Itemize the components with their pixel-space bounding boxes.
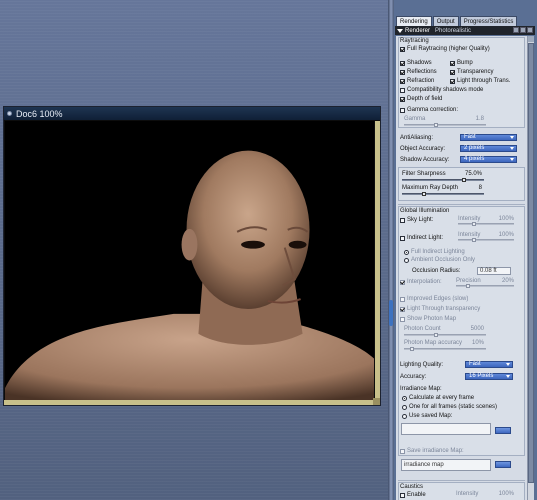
depth-of-field-checkbox[interactable]: Depth of field [400,96,442,102]
light-through-trans-checkbox[interactable]: Light through Trans. [450,78,510,84]
shadows-checkbox[interactable]: Shadows [400,60,432,66]
ambient-occlusion-radio[interactable]: Ambient Occlusion Only [404,257,475,263]
photon-map-accuracy-value: 10% [471,340,484,346]
sky-intensity-label: Intensity [458,216,481,222]
photon-count-value: 5000 [470,326,484,332]
caustics-intensity-label: Intensity [456,491,479,497]
improved-edges-checkbox[interactable]: Improved Edges (slow) [400,296,468,302]
irradiance-map-label: Irradiance Map: [400,386,442,392]
light-through-transparency-checkbox[interactable]: Light Through transparency [400,306,480,312]
caustics-intensity-value: 100% [498,491,514,497]
gamma-slider[interactable] [404,123,486,127]
panel-options-icon[interactable] [520,27,526,33]
filter-sharpness-label: Filter Sharpness [402,171,446,177]
refraction-checkbox[interactable]: Refraction [400,78,434,84]
antialiasing-label: AntiAliasing: [400,135,434,141]
sky-light-checkbox[interactable]: Sky Light: [400,217,433,223]
document-horizontal-scrollbar[interactable] [4,400,380,405]
photon-map-accuracy-label: Photon Map accuracy [404,340,463,346]
show-photon-map-checkbox[interactable]: Show Photon Map [400,316,456,322]
panel-tabs: Rendering Output Progress/Statistics [396,16,518,26]
accuracy-label: Accuracy: [400,374,427,380]
max-ray-depth-slider[interactable] [402,192,484,196]
use-saved-map-radio[interactable]: Use saved Map: [402,413,452,419]
header-buttons [513,27,533,33]
resize-grip-icon[interactable] [373,398,380,405]
panel-vertical-scrollbar[interactable] [527,36,534,500]
bump-checkbox[interactable]: Bump [450,60,473,66]
tab-rendering[interactable]: Rendering [396,16,432,26]
gamma-value: 1.8 [475,116,484,122]
precision-value: 20% [501,278,514,284]
photon-count-label: Photon Count [404,326,441,332]
object-accuracy-dropdown[interactable]: 2 pixels [460,145,517,152]
saved-map-path-field[interactable] [401,423,491,435]
interpolation-checkbox[interactable]: Interpolation: [400,279,442,285]
gi-title: Global Illumination [400,208,450,214]
max-ray-depth-value: 8 [478,185,482,191]
render-settings-panel: Rendering Output Progress/Statistics Ren… [394,0,537,500]
shadow-accuracy-dropdown[interactable]: 4 pixels [460,156,517,163]
rendered-figure-image [5,121,374,400]
occlusion-radius-field[interactable]: 0.08 ft [477,267,511,275]
full-raytracing-checkbox[interactable]: Full Raytracing (higher Quality) [400,46,490,52]
scroll-up-arrow-icon[interactable] [528,36,534,42]
precision-slider[interactable] [456,284,514,288]
caustics-enable-checkbox[interactable]: Enable [400,492,426,498]
section-separator [398,204,525,205]
indirect-intensity-value: 100% [498,232,514,238]
indirect-light-checkbox[interactable]: Indirect Light: [400,235,443,241]
render-canvas[interactable] [5,121,374,400]
collapse-arrow-icon[interactable] [397,28,403,33]
transparency-checkbox[interactable]: Transparency [450,69,493,75]
renderer-header[interactable]: Renderer Photorealistic [395,26,535,35]
object-accuracy-label: Object Accuracy: [400,146,446,152]
reflections-checkbox[interactable]: Reflections [400,69,437,75]
lighting-quality-dropdown[interactable]: Fast [465,361,513,368]
sky-intensity-slider[interactable] [458,222,514,226]
indirect-intensity-slider[interactable] [458,238,514,242]
renderer-value: Photorealistic [435,27,472,34]
filter-sharpness-value: 75.0% [464,171,482,177]
scrollbar-thumb[interactable] [528,43,534,483]
full-indirect-lighting-radio[interactable]: Full Indirect Lighting [404,249,465,255]
saved-map-browse-button[interactable] [495,427,511,434]
max-ray-depth-label: Maximum Ray Depth [402,185,459,191]
document-vertical-scrollbar[interactable] [375,121,380,400]
irradiance-map-browse-button[interactable] [495,461,511,468]
window-close-icon[interactable] [7,111,12,116]
gamma-label: Gamma [404,116,426,122]
panel-menu-icon[interactable] [513,27,519,33]
one-for-all-frames-radio[interactable]: One for all frames (static scenes) [402,404,497,410]
antialiasing-dropdown[interactable]: Fast [460,134,517,141]
accuracy-dropdown[interactable]: 16 Pixels [465,373,513,380]
renderer-label: Renderer [405,27,431,34]
shadow-accuracy-label: Shadow Accuracy: [400,157,450,163]
compatibility-shadows-checkbox[interactable]: Compatibility shadows mode [400,87,483,93]
lighting-quality-label: Lighting Quality: [400,362,444,368]
gamma-correction-checkbox[interactable]: Gamma correction: [400,107,458,113]
document-window[interactable]: Doc6 100% [3,106,381,406]
save-irradiance-map-checkbox[interactable]: Save irradiance Map: [400,448,464,454]
document-title: Doc6 100% [16,108,63,119]
indirect-intensity-label: Intensity [458,232,481,238]
tab-output[interactable]: Output [432,16,459,26]
panel-close-icon[interactable] [527,27,533,33]
tab-progress-statistics[interactable]: Progress/Statistics [459,16,518,26]
photon-count-slider[interactable] [404,333,486,337]
filter-sharpness-slider[interactable] [402,178,484,182]
raytracing-title: Raytracing [400,38,429,44]
photon-map-accuracy-slider[interactable] [404,347,486,351]
irradiance-map-name-field[interactable]: irradiance map [401,459,491,471]
document-titlebar[interactable]: Doc6 100% [4,107,380,120]
caustics-title: Caustics [400,484,424,490]
calc-every-frame-radio[interactable]: Calculate at every frame [402,395,474,401]
settings-content: Raytracing Full Raytracing (higher Quali… [396,36,527,500]
sky-intensity-value: 100% [498,216,514,222]
section-separator [398,480,525,481]
occlusion-radius-label: Occlusion Radius: [412,268,461,274]
divider-handle[interactable] [389,300,393,326]
